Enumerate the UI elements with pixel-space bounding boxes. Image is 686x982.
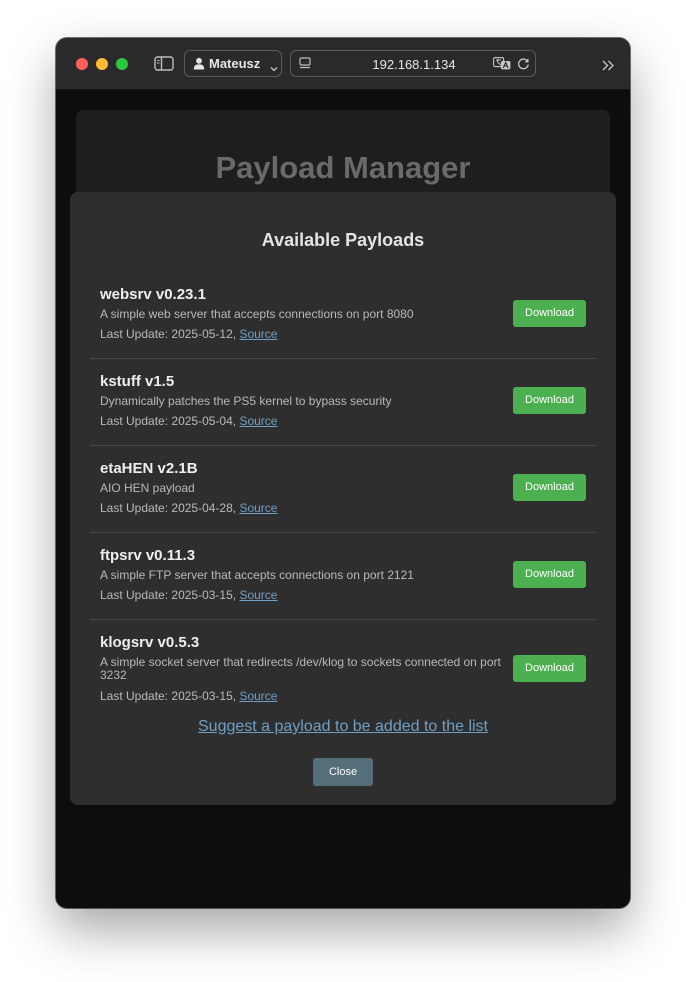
payload-name: klogsrv v0.5.3 [100,634,200,651]
payload-description: A simple web server that accepts connect… [100,307,414,321]
profile-name: Mateusz [209,56,261,71]
zoom-window-button[interactable] [116,58,128,70]
payload-item-ftpsrv: ftpsrv v0.11.3 A simple FTP server that … [90,547,596,620]
payload-description: AIO HEN payload [100,481,195,495]
download-button[interactable]: Download [513,655,586,682]
last-update-label: Last Update: [100,414,172,428]
suggest-payload-row: Suggest a payload to be added to the lis… [70,718,616,736]
translate-icon[interactable] [493,57,511,70]
page-icon[interactable] [299,57,311,70]
payload-name: websrv v0.23.1 [100,286,206,303]
payload-name: ftpsrv v0.11.3 [100,547,196,564]
page-content: Payload Manager Available Payloads websr… [56,91,630,908]
download-button[interactable]: Download [513,561,586,588]
payload-item-etahen: etaHEN v2.1B AIO HEN payload Last Update… [90,460,596,533]
page-title: Payload Manager [215,150,471,185]
payload-name: kstuff v1.5 [100,373,175,390]
browser-toolbar: Mateusz 192.168.1.134 [56,38,630,90]
download-button[interactable]: Download [513,300,586,327]
last-update-date: 2025-03-15, [171,588,237,602]
source-link[interactable]: Source [239,414,277,428]
close-button[interactable]: Close [313,758,373,786]
payload-name: etaHEN v2.1B [100,460,198,477]
payload-item-kstuff: kstuff v1.5 Dynamically patches the PS5 … [90,373,596,446]
minimize-window-button[interactable] [96,58,108,70]
payload-last-update: Last Update: 2025-03-15, Source [100,689,277,703]
payload-description: A simple socket server that redirects /d… [100,655,501,682]
last-update-label: Last Update: [100,327,172,341]
download-button[interactable]: Download [513,387,586,414]
payload-last-update: Last Update: 2025-05-12, Source [100,327,277,341]
last-update-label: Last Update: [100,689,172,703]
source-link[interactable]: Source [239,689,277,703]
sidebar-icon[interactable] [154,56,174,71]
payload-last-update: Last Update: 2025-04-28, Source [100,501,277,515]
chevron-down-icon [270,60,278,72]
last-update-date: 2025-05-12, [171,327,237,341]
browser-window: Mateusz 192.168.1.134 Payload Manager Av… [56,38,630,908]
source-link[interactable]: Source [239,501,277,515]
last-update-date: 2025-04-28, [171,501,237,515]
reload-icon[interactable] [517,57,530,70]
last-update-date: 2025-05-04, [171,414,237,428]
modal-title: Available Payloads [261,230,425,250]
payload-last-update: Last Update: 2025-05-04, Source [100,414,277,428]
last-update-date: 2025-03-15, [171,689,237,703]
payload-item-klogsrv: klogsrv v0.5.3 A simple socket server th… [90,634,596,712]
source-link[interactable]: Source [239,588,277,602]
double-chevron-right-icon[interactable] [602,58,615,71]
payload-item-websrv: websrv v0.23.1 A simple web server that … [90,286,596,359]
suggest-payload-link[interactable]: Suggest a payload to be added to the lis… [198,718,488,735]
last-update-label: Last Update: [100,588,172,602]
person-icon [193,57,205,70]
last-update-label: Last Update: [100,501,172,515]
address-bar[interactable]: 192.168.1.134 [290,50,536,77]
source-link[interactable]: Source [239,327,277,341]
profile-button[interactable]: Mateusz [184,50,282,77]
payload-description: A simple FTP server that accepts connect… [100,568,414,582]
payload-description: Dynamically patches the PS5 kernel to by… [100,394,392,408]
payload-last-update: Last Update: 2025-03-15, Source [100,588,277,602]
payloads-modal: Available Payloads websrv v0.23.1 A simp… [70,192,616,805]
url-text[interactable]: 192.168.1.134 [321,57,507,72]
close-window-button[interactable] [76,58,88,70]
download-button[interactable]: Download [513,474,586,501]
